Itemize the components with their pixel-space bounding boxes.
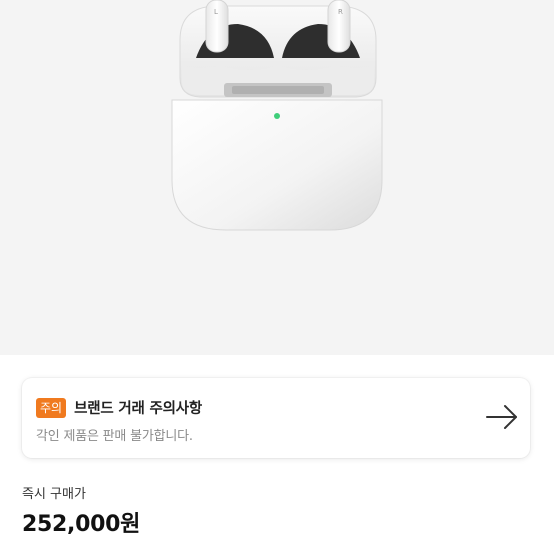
arrow-right-icon[interactable] xyxy=(484,403,520,431)
instant-buy-price-value: 252,000원 xyxy=(22,512,141,537)
svg-text:L: L xyxy=(214,8,218,16)
notice-title: 브랜드 거래 주의사항 xyxy=(74,401,203,417)
caution-badge: 주의 xyxy=(36,397,67,418)
brand-trade-notice-card[interactable]: 주의 브랜드 거래 주의사항 각인 제품은 판매 불가합니다. xyxy=(22,378,530,458)
notice-subtitle: 각인 제품은 판매 불가합니다. xyxy=(36,429,193,444)
svg-text:R: R xyxy=(338,8,343,16)
notice-header: 주의 브랜드 거래 주의사항 xyxy=(36,397,202,418)
product-image: L R xyxy=(0,0,554,355)
instant-buy-price-label: 즉시 구매가 xyxy=(22,487,86,502)
airpods-case-image: L R xyxy=(171,0,383,231)
